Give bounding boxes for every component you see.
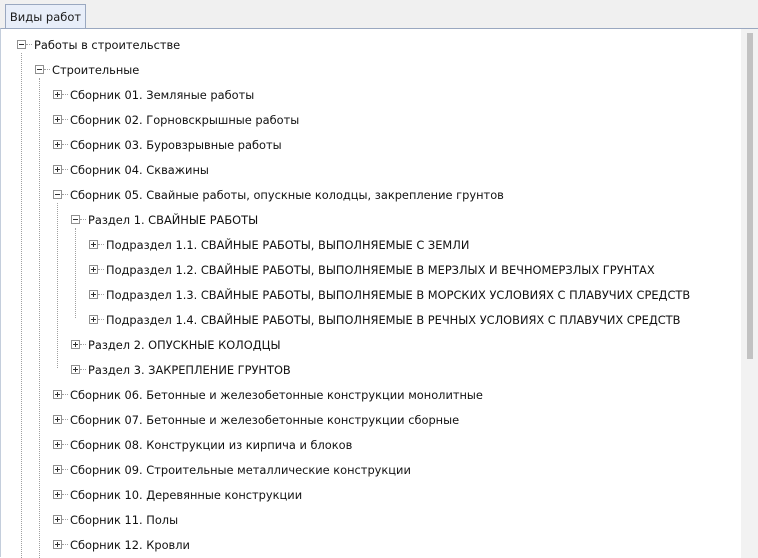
tree-node-label: Сборник 11. Полы — [70, 512, 179, 527]
tree-node-label: Подраздел 1.1. СВАЙНЫЕ РАБОТЫ, ВЫПОЛНЯЕМ… — [106, 237, 470, 252]
expand-icon[interactable] — [89, 240, 98, 249]
tree-node-label: Сборник 08. Конструкции из кирпича и бло… — [70, 437, 353, 452]
tree-node-sbornik-04[interactable]: Сборник 04. Скважины — [53, 157, 209, 182]
expand-icon[interactable] — [53, 540, 62, 549]
tree-guide-line — [57, 203, 58, 368]
tree-node-sbornik-11[interactable]: Сборник 11. Полы — [53, 507, 178, 532]
tree-node-label: Работы в строительстве — [34, 37, 181, 52]
tree-node-podrazdel-1-4[interactable]: Подраздел 1.4. СВАЙНЫЕ РАБОТЫ, ВЫПОЛНЯЕМ… — [89, 307, 680, 332]
tree-connector — [80, 369, 86, 370]
expand-icon[interactable] — [53, 415, 62, 424]
tree-node-label: Сборник 06. Бетонные и железобетонные ко… — [70, 387, 483, 402]
tree-node-sbornik-05[interactable]: Сборник 05. Свайные работы, опускные кол… — [53, 182, 504, 207]
expand-icon[interactable] — [53, 140, 62, 149]
tree-connector — [62, 419, 68, 420]
tree-panel: Работы в строительстве Строительные Сбор… — [0, 28, 758, 558]
tree-connector — [80, 344, 86, 345]
expand-icon[interactable] — [53, 465, 62, 474]
tree-node-label: Сборник 05. Свайные работы, опускные кол… — [70, 187, 504, 202]
tree-guide-line — [21, 53, 22, 558]
scrollbar-thumb[interactable] — [747, 33, 753, 359]
collapse-icon[interactable] — [35, 65, 44, 74]
tree-connector — [44, 69, 50, 70]
expand-icon[interactable] — [89, 290, 98, 299]
tree-connector — [62, 144, 68, 145]
expand-icon[interactable] — [53, 490, 62, 499]
tree-node-label: Сборник 10. Деревянные конструкции — [70, 487, 303, 502]
tree-connector — [62, 94, 68, 95]
tree-connector — [62, 519, 68, 520]
expand-icon[interactable] — [71, 365, 80, 374]
tree-node-sbornik-08[interactable]: Сборник 08. Конструкции из кирпича и бло… — [53, 432, 352, 457]
tree-guide-line — [75, 228, 76, 318]
tree-node-podrazdel-1-3[interactable]: Подраздел 1.3. СВАЙНЫЕ РАБОТЫ, ВЫПОЛНЯЕМ… — [89, 282, 690, 307]
tree-node-sbornik-09[interactable]: Сборник 09. Строительные металлические к… — [53, 457, 411, 482]
tree-connector — [62, 444, 68, 445]
tree-node-razdel-3[interactable]: Раздел 3. ЗАКРЕПЛЕНИЕ ГРУНТОВ — [71, 357, 291, 382]
tree-node-label: Строительные — [52, 62, 140, 77]
expand-icon[interactable] — [53, 115, 62, 124]
tree-node-label: Сборник 09. Строительные металлические к… — [70, 462, 411, 477]
tree-node-label: Раздел 3. ЗАКРЕПЛЕНИЕ ГРУНТОВ — [88, 362, 291, 377]
tab-strip: Виды работ — [0, 0, 758, 29]
tree-node-sbornik-07[interactable]: Сборник 07. Бетонные и железобетонные ко… — [53, 407, 459, 432]
expand-icon[interactable] — [53, 390, 62, 399]
expand-icon[interactable] — [53, 515, 62, 524]
tree-connector — [80, 219, 86, 220]
expand-icon[interactable] — [89, 315, 98, 324]
tree-node-label: Раздел 1. СВАЙНЫЕ РАБОТЫ — [88, 212, 259, 227]
expand-icon[interactable] — [71, 340, 80, 349]
expand-icon[interactable] — [53, 165, 62, 174]
tree-node-sbornik-12[interactable]: Сборник 12. Кровли — [53, 532, 190, 557]
tree-node-label: Подраздел 1.3. СВАЙНЫЕ РАБОТЫ, ВЫПОЛНЯЕМ… — [106, 287, 691, 302]
tree-node-podrazdel-1-2[interactable]: Подраздел 1.2. СВАЙНЫЕ РАБОТЫ, ВЫПОЛНЯЕМ… — [89, 257, 655, 282]
tree-connector — [62, 169, 68, 170]
work-types-tree: Работы в строительстве Строительные Сбор… — [1, 29, 741, 558]
tree-node-label: Подраздел 1.2. СВАЙНЫЕ РАБОТЫ, ВЫПОЛНЯЕМ… — [106, 262, 655, 277]
tree-connector — [62, 544, 68, 545]
tree-connector — [62, 194, 68, 195]
tree-node-sbornik-02[interactable]: Сборник 02. Горновскрышные работы — [53, 107, 299, 132]
collapse-icon[interactable] — [17, 40, 26, 49]
collapse-icon[interactable] — [53, 190, 62, 199]
expand-icon[interactable] — [89, 265, 98, 274]
tree-node-razdel-2[interactable]: Раздел 2. ОПУСКНЫЕ КОЛОДЦЫ — [71, 332, 281, 357]
expand-icon[interactable] — [53, 90, 62, 99]
tree-connector — [98, 319, 104, 320]
tree-node-podrazdel-1-1[interactable]: Подраздел 1.1. СВАЙНЫЕ РАБОТЫ, ВЫПОЛНЯЕМ… — [89, 232, 469, 257]
tree-node-sbornik-01[interactable]: Сборник 01. Земляные работы — [53, 82, 254, 107]
tree-guide-line — [39, 78, 40, 558]
tab-label: Виды работ — [9, 10, 82, 24]
tree-node-label: Сборник 07. Бетонные и железобетонные ко… — [70, 412, 460, 427]
tree-node-sbornik-03[interactable]: Сборник 03. Буровзрывные работы — [53, 132, 282, 157]
collapse-icon[interactable] — [71, 215, 80, 224]
vertical-scrollbar[interactable] — [741, 29, 758, 558]
tree-node-razdel-1[interactable]: Раздел 1. СВАЙНЫЕ РАБОТЫ — [71, 207, 258, 232]
tree-node-label: Подраздел 1.4. СВАЙНЫЕ РАБОТЫ, ВЫПОЛНЯЕМ… — [106, 312, 681, 327]
expand-icon[interactable] — [53, 440, 62, 449]
tree-node-label: Сборник 04. Скважины — [70, 162, 209, 177]
tree-node-label: Раздел 2. ОПУСКНЫЕ КОЛОДЦЫ — [88, 337, 281, 352]
tree-node-root[interactable]: Работы в строительстве — [17, 32, 180, 57]
tree-node-label: Сборник 01. Земляные работы — [70, 87, 255, 102]
tree-node-sbornik-10[interactable]: Сборник 10. Деревянные конструкции — [53, 482, 302, 507]
tree-node-sbornik-06[interactable]: Сборник 06. Бетонные и железобетонные ко… — [53, 382, 483, 407]
tree-connector — [98, 244, 104, 245]
tree-connector — [26, 44, 32, 45]
tree-node-stroitelnye[interactable]: Строительные — [35, 57, 139, 82]
tree-connector — [62, 394, 68, 395]
tree-connector — [98, 269, 104, 270]
tree-node-label: Сборник 02. Горновскрышные работы — [70, 112, 300, 127]
tree-node-label: Сборник 03. Буровзрывные работы — [70, 137, 282, 152]
tree-node-label: Сборник 12. Кровли — [70, 537, 190, 552]
tree-connector — [62, 469, 68, 470]
tab-vidy-rabot[interactable]: Виды работ — [5, 4, 86, 29]
tree-connector — [62, 119, 68, 120]
tree-connector — [62, 494, 68, 495]
tree-connector — [98, 294, 104, 295]
